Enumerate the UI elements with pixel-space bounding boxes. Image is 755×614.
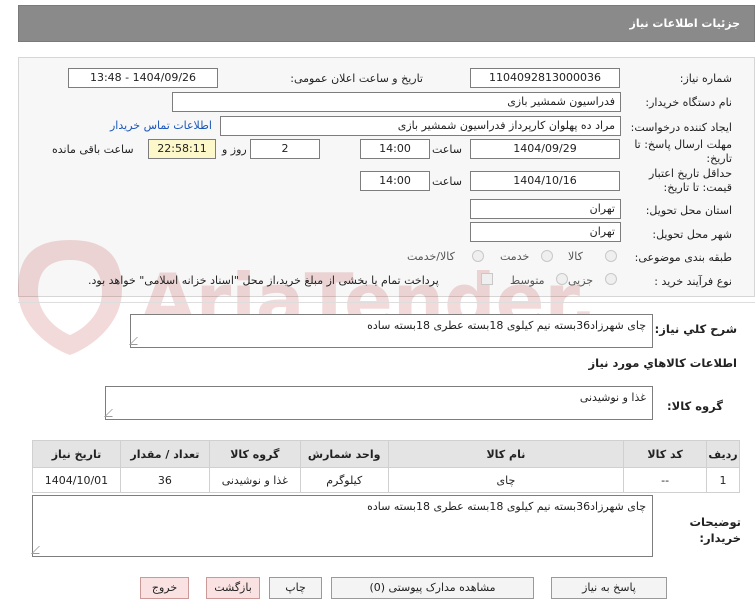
description-label: شرح کلي نياز: [654,322,737,336]
col-header-item-code: کد کالا [623,440,708,468]
buyer-notes-text: چای شهرزاد36بسته نیم کیلوی 18بسته عطری 1… [367,500,646,513]
process-option-minor: جزیی [568,274,594,287]
col-header-unit: واحد شمارش [299,440,389,468]
cell-item-name: چای [387,467,625,493]
category-option-service: خدمت [500,250,530,263]
exit-button[interactable]: خروج [140,577,189,599]
col-header-need-date: تاریخ نیاز [32,440,121,468]
requester-label: ایجاد کننده درخواست: [630,121,732,134]
col-header-quantity: تعداد / مقدار [119,440,210,468]
description-textarea: چای شهرزاد36بسته نیم کیلوی 18بسته عطری 1… [129,314,653,348]
col-header-group: گروه کالا [208,440,301,468]
treasury-checkbox[interactable] [481,273,493,285]
resize-grip-icon[interactable] [129,337,145,345]
need-number-field: 1104092813000036 [470,68,620,88]
validity-label-2: قیمت: تا تاریخ: [663,181,732,194]
buyer-org-field: فدراسیون شمشیر بازی [172,92,621,112]
validity-time-label: ساعت [432,175,462,188]
cell-unit: کیلوگرم [299,467,389,493]
province-field: تهران [470,199,621,219]
cell-quantity: 36 [119,467,210,493]
buyer-notes-textarea: چای شهرزاد36بسته نیم کیلوی 18بسته عطری 1… [31,495,653,557]
buyer-notes-label-2: خریدار: [699,531,741,545]
process-radio-medium[interactable] [556,273,568,285]
table-header-row: ردیف کد کالا نام کالا واحد شمارش گروه کا… [32,440,740,468]
treasury-payment-note: پرداخت تمام یا بخشی از مبلغ خرید،از محل … [88,274,439,287]
table-row: 1 -- چای کیلوگرم غذا و نوشیدنی 36 1404/1… [32,467,740,493]
view-attachments-button[interactable]: مشاهده مدارک پیوستی (0) [331,577,534,599]
validity-date-field: 1404/10/16 [470,171,620,191]
days-remaining-field: 2 [250,139,320,159]
goods-group-label: گروه کالا: [667,399,723,413]
category-option-goods-service: کالا/خدمت [407,250,455,263]
col-header-item-name: نام کالا [387,440,625,468]
resize-grip-icon[interactable] [104,409,120,417]
category-radio-goods-service[interactable] [472,250,484,262]
resize-grip-icon[interactable] [31,546,47,554]
panel-header: جزئیات اطلاعات نیاز [18,5,755,42]
deadline-time-field: 14:00 [360,139,430,159]
validity-time-field: 14:00 [360,171,430,191]
goods-table: ردیف کد کالا نام کالا واحد شمارش گروه کا… [32,440,740,493]
goods-group-textarea: غذا و نوشیدنی [104,386,653,420]
category-label: طبقه بندی موضوعی: [634,251,732,264]
goods-group-text: غذا و نوشیدنی [579,391,646,404]
cell-item-code: -- [623,467,708,493]
section-divider [18,302,755,303]
need-number-label: شماره نیاز: [679,72,732,85]
remaining-time-field: 22:58:11 [148,139,216,159]
category-radio-goods[interactable] [605,250,617,262]
reply-button[interactable]: پاسخ به نیاز [551,577,667,599]
category-radio-service[interactable] [541,250,553,262]
cell-need-date: 1404/10/01 [32,467,121,493]
back-button[interactable]: بازگشت [206,577,260,599]
validity-label: حداقل تاریخ اعتبار [648,167,732,180]
process-type-label: نوع فرآیند خرید : [654,275,732,288]
days-label: روز و [222,143,247,156]
process-radio-minor[interactable] [605,273,617,285]
page-title: جزئیات اطلاعات نیاز [629,17,741,30]
cell-row-number: 1 [706,467,740,493]
announce-date-field: 1404/09/26 - 13:48 [68,68,218,88]
deadline-label: مهلت ارسال پاسخ: تا [634,138,732,151]
deadline-time-label: ساعت [432,143,462,156]
deadline-date-field: 1404/09/29 [470,139,620,159]
buyer-notes-label: توضیحات [689,515,742,529]
requester-field: مراد ده پهلوان کارپرداز فدراسیون شمشیر ب… [220,116,621,136]
remaining-time-label: ساعت باقی مانده [52,143,134,156]
province-label: استان محل تحویل: [645,204,732,217]
cell-group: غذا و نوشیدنی [208,467,301,493]
contact-buyer-link[interactable]: اطلاعات تماس خریدار [110,119,212,132]
announce-date-label: تاریخ و ساعت اعلان عمومی: [290,72,423,85]
col-header-row-number: ردیف [706,440,740,468]
description-text: چای شهرزاد36بسته نیم کیلوی 18بسته عطری 1… [367,319,646,332]
process-option-medium: متوسط [510,274,545,287]
deadline-label-2: تاریخ: [706,152,732,165]
city-field: تهران [470,222,621,242]
city-label: شهر محل تحویل: [652,228,732,241]
buyer-org-label: نام دستگاه خریدار: [645,96,732,109]
print-button[interactable]: چاپ [269,577,322,599]
category-option-goods: کالا [568,250,583,263]
goods-info-title: اطلاعات كالاهاي مورد نياز [588,356,737,370]
